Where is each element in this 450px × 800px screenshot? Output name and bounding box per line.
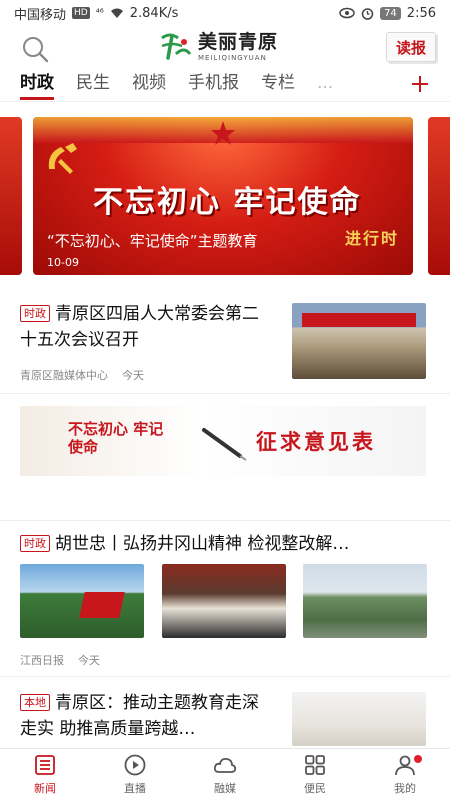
search-button[interactable] bbox=[20, 34, 50, 64]
banner-gold-text: 进行时 bbox=[344, 229, 399, 248]
clock: 2:56 bbox=[406, 5, 436, 21]
app-header: 美丽青原 MEILIQINGYUAN 读报 bbox=[0, 26, 450, 66]
tab-divider bbox=[0, 101, 450, 102]
news-badge: 本地 bbox=[20, 694, 50, 711]
app-logo: 美丽青原 MEILIQINGYUAN bbox=[158, 30, 278, 64]
banner-caption: “不忘初心、牢记使命”主题教育 bbox=[47, 232, 258, 250]
search-icon bbox=[23, 37, 49, 63]
news-title-text: 青原区：推动主题教育走深走实 助推高质量跨越… bbox=[20, 693, 259, 739]
news-time: 今天 bbox=[78, 654, 100, 667]
notification-dot bbox=[414, 755, 422, 763]
hd-badge: HD bbox=[72, 7, 90, 19]
news-item[interactable]: 本地 青原区：推动主题教育走深走实 助推高质量跨越… bbox=[0, 690, 450, 746]
list-divider bbox=[0, 393, 450, 394]
news-thumbnail bbox=[303, 564, 427, 638]
tab-more[interactable]: ... bbox=[317, 68, 333, 100]
carousel-prev-slide[interactable] bbox=[0, 117, 22, 275]
star-icon bbox=[211, 121, 235, 145]
carrier-name: 中国移动 bbox=[14, 7, 67, 23]
cloud-icon bbox=[213, 757, 237, 773]
channel-tabs: 时政 民生 视频 手机报 专栏 ... bbox=[0, 68, 450, 100]
news-badge: 时政 bbox=[20, 535, 50, 552]
bottom-navigation: 新闻 直播 融媒 便民 我的 bbox=[0, 748, 450, 800]
signal-indicator: ⁴⁶ bbox=[95, 7, 104, 19]
news-title: 时政 青原区四届人大常委会第二十五次会议召开 bbox=[20, 301, 275, 353]
promo-text: 征求意见表 bbox=[256, 429, 376, 454]
play-icon bbox=[124, 754, 146, 776]
news-icon bbox=[35, 755, 55, 775]
news-title-text: 青原区四届人大常委会第二十五次会议召开 bbox=[20, 304, 259, 350]
tab-mobile-paper[interactable]: 手机报 bbox=[188, 68, 239, 100]
news-meta: 江西日报 今天 bbox=[20, 652, 100, 668]
news-title: 本地 青原区：推动主题教育走深走实 助推高质量跨越… bbox=[20, 690, 275, 742]
nav-media[interactable]: 融媒 bbox=[180, 749, 270, 800]
nav-label: 直播 bbox=[124, 782, 146, 795]
tab-column[interactable]: 专栏 bbox=[261, 68, 295, 100]
news-time: 今天 bbox=[122, 369, 144, 382]
nav-label: 新闻 bbox=[34, 782, 56, 795]
carousel-next-slide[interactable] bbox=[428, 117, 450, 275]
tab-politics[interactable]: 时政 bbox=[20, 68, 54, 100]
promo-slogan: 不忘初心 牢记使命 bbox=[68, 420, 164, 456]
nav-profile[interactable]: 我的 bbox=[360, 749, 450, 800]
logo-mark-icon bbox=[161, 33, 192, 60]
news-source: 青原区融媒体中心 bbox=[20, 369, 108, 382]
read-paper-button[interactable]: 读报 bbox=[386, 32, 436, 62]
promo-image: 不忘初心 牢记使命 征求意见表 bbox=[20, 406, 426, 476]
pen-icon bbox=[202, 428, 247, 461]
banner-slogan: 不忘初心 牢记使命 bbox=[93, 185, 362, 220]
nav-news[interactable]: 新闻 bbox=[0, 749, 90, 800]
news-item[interactable]: 时政 胡世忠丨弘扬井冈山精神 检视整改解… 江西日报 今天 bbox=[0, 531, 450, 671]
nav-label: 我的 bbox=[394, 782, 416, 795]
news-item[interactable]: 时政 青原区四届人大常委会第二十五次会议召开 青原区融媒体中心 今天 bbox=[0, 301, 450, 391]
plus-icon bbox=[412, 76, 428, 92]
thumbnail-flag-sculpture bbox=[79, 592, 125, 618]
news-thumbnail bbox=[20, 564, 144, 638]
grid-icon bbox=[305, 755, 325, 775]
logo-subtitle: MEILIQINGYUAN bbox=[198, 53, 267, 62]
news-thumbnail bbox=[292, 692, 426, 746]
party-emblem-icon bbox=[48, 143, 77, 174]
status-bar: 中国移动 HD ⁴⁶ 2.84K/s 74 2:56 bbox=[0, 0, 450, 26]
news-meta: 青原区融媒体中心 今天 bbox=[20, 367, 144, 383]
nav-label: 融媒 bbox=[214, 782, 236, 795]
tab-livelihood[interactable]: 民生 bbox=[76, 68, 110, 100]
logo-title: 美丽青原 bbox=[198, 30, 279, 53]
battery-level: 74 bbox=[380, 6, 401, 20]
eye-icon bbox=[339, 7, 355, 19]
nav-live[interactable]: 直播 bbox=[90, 749, 180, 800]
alarm-icon bbox=[361, 7, 374, 20]
banner-date: 10-09 bbox=[47, 256, 79, 269]
news-thumbnail bbox=[292, 303, 426, 379]
nav-services[interactable]: 便民 bbox=[270, 749, 360, 800]
banner-carousel[interactable]: 不忘初心 牢记使命 进行时 “不忘初心、牢记使命”主题教育 10-09 bbox=[33, 117, 413, 275]
tab-video[interactable]: 视频 bbox=[132, 68, 166, 100]
list-divider bbox=[0, 676, 450, 677]
thumbnail-meeting-banner bbox=[302, 313, 416, 327]
news-badge: 时政 bbox=[20, 305, 50, 322]
network-speed: 2.84K/s bbox=[129, 5, 179, 21]
news-thumbnail bbox=[162, 564, 286, 638]
list-divider bbox=[0, 520, 450, 521]
nav-label: 便民 bbox=[304, 782, 326, 795]
news-title: 时政 胡世忠丨弘扬井冈山精神 检视整改解… bbox=[20, 531, 435, 557]
news-title-text: 胡世忠丨弘扬井冈山精神 检视整改解… bbox=[55, 534, 350, 554]
add-channel-button[interactable] bbox=[400, 68, 440, 100]
wifi-icon bbox=[110, 8, 123, 18]
promo-banner[interactable]: 不忘初心 牢记使命 征求意见表 bbox=[0, 406, 450, 482]
news-source: 江西日报 bbox=[20, 654, 64, 667]
